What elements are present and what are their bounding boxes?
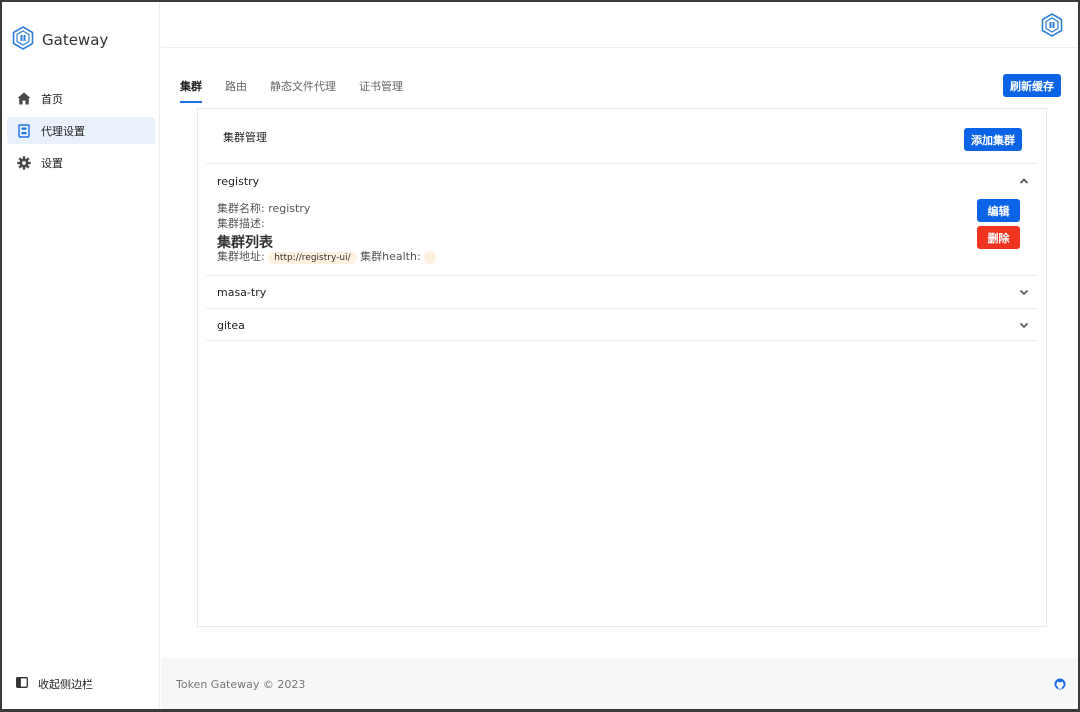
- sidebar: Gateway 首页 代理设置 设置 收起侧边栏: [2, 2, 160, 709]
- proxy-icon: [16, 123, 32, 139]
- tab-certificates[interactable]: 证书管理: [359, 72, 403, 103]
- cluster-item-registry: registry 集群名称: registry 集群描述: 集群列表 集群地址:…: [206, 163, 1038, 275]
- tab-static-file-proxy[interactable]: 静态文件代理: [270, 72, 336, 103]
- add-cluster-button[interactable]: 添加集群: [964, 128, 1022, 151]
- chevron-up-icon[interactable]: [1018, 175, 1030, 187]
- home-icon: [16, 91, 32, 107]
- chevron-down-icon[interactable]: [1018, 319, 1030, 331]
- cluster-description-field: 集群描述:: [217, 215, 265, 231]
- sidebar-item-settings[interactable]: 设置: [7, 149, 155, 176]
- cluster-name-field-value: registry: [268, 202, 311, 215]
- brand-name: Gateway: [42, 30, 109, 49]
- cluster-name[interactable]: masa-try: [217, 286, 266, 299]
- cluster-health-badge: [424, 250, 437, 264]
- footer-copyright: Token Gateway © 2023: [176, 678, 306, 691]
- cluster-address-badge: http://registry-ui/: [268, 252, 357, 264]
- cluster-address-label: 集群地址:: [217, 250, 265, 263]
- collapse-sidebar-label: 收起侧边栏: [38, 678, 93, 691]
- app-window: Gateway 首页 代理设置 设置 收起侧边栏 集群 路由 静态文件代理 证书…: [0, 0, 1080, 712]
- cluster-address-line: 集群地址: http://registry-ui/ 集群health:: [217, 248, 437, 264]
- cluster-name[interactable]: registry: [217, 175, 259, 188]
- tab-clusters[interactable]: 集群: [180, 72, 202, 103]
- refresh-cache-button[interactable]: 刷新缓存: [1003, 74, 1061, 97]
- sidebar-item-proxy-settings[interactable]: 代理设置: [7, 117, 155, 144]
- gear-icon: [16, 155, 32, 171]
- sidebar-item-label: 首页: [41, 92, 63, 106]
- collapse-sidebar-button[interactable]: 收起侧边栏: [16, 676, 93, 692]
- tab-bar: 集群 路由 静态文件代理 证书管理: [180, 72, 426, 103]
- cluster-panel: 集群管理 添加集群 registry 集群名称: registry 集群描述: …: [197, 108, 1047, 627]
- cluster-description-label: 集群描述:: [217, 217, 265, 230]
- cluster-item-gitea[interactable]: gitea: [206, 308, 1038, 341]
- brand[interactable]: Gateway: [12, 26, 108, 53]
- github-icon[interactable]: [1054, 678, 1066, 693]
- cluster-health-label: 集群health:: [360, 250, 421, 263]
- gateway-logo-icon: [12, 26, 34, 53]
- edit-cluster-button[interactable]: 编辑: [977, 199, 1020, 222]
- sidebar-item-label: 设置: [41, 156, 63, 170]
- sidebar-item-label: 代理设置: [41, 124, 85, 138]
- sidebar-item-home[interactable]: 首页: [7, 85, 155, 112]
- sidebar-nav: 首页 代理设置 设置: [7, 85, 155, 181]
- gateway-logo-icon[interactable]: [1041, 13, 1063, 40]
- footer: Token Gateway © 2023: [161, 658, 1078, 709]
- cluster-item-masa-try[interactable]: masa-try: [206, 275, 1038, 308]
- cluster-panel-title: 集群管理: [223, 131, 267, 144]
- sidebar-toggle-icon: [16, 677, 28, 691]
- cluster-name-field: 集群名称: registry: [217, 200, 310, 216]
- chevron-down-icon[interactable]: [1018, 286, 1030, 298]
- cluster-name-field-label: 集群名称:: [217, 202, 265, 215]
- cluster-name[interactable]: gitea: [217, 319, 245, 332]
- tab-routes[interactable]: 路由: [225, 72, 247, 103]
- delete-cluster-button[interactable]: 删除: [977, 226, 1020, 249]
- top-bar: [161, 2, 1078, 48]
